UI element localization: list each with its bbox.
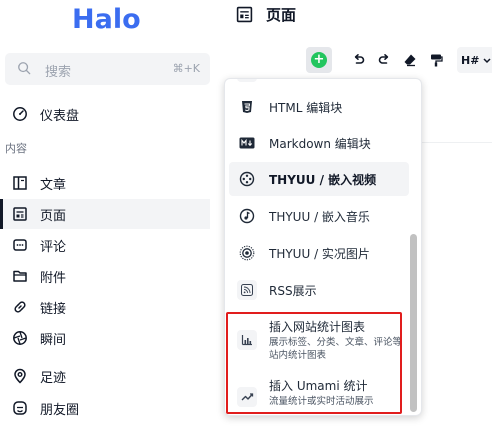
live-photo-icon [237,243,257,263]
sidebar-item-attachments[interactable]: 附件 [0,261,210,291]
app-logo[interactable]: Halo [72,4,141,35]
format-painter-button[interactable] [423,47,449,73]
sidebar-item-label: 朋友圈 [40,403,80,418]
sidebar-item-footprints[interactable]: 足迹 [0,361,210,391]
comment-icon [13,239,27,251]
article-icon [13,176,27,190]
clear-format-button[interactable] [397,47,423,73]
page-icon [13,207,27,221]
sidebar-item-label: 瞬间 [40,333,67,348]
search-bar[interactable]: 搜索 ⌘+K [5,53,210,85]
insert-block-button[interactable]: + [306,47,332,73]
editor-toolbar: + H# [300,43,492,77]
menu-item-label: RSS展示 [269,284,317,298]
sidebar-item-label: 链接 [40,302,67,317]
dashboard-icon [13,107,27,121]
search-shortcut: ⌘+K [172,62,200,75]
heading-label: H# [461,53,480,67]
menu-item-label: THYUU / 嵌入视频 [269,173,377,187]
page-icon [236,6,253,23]
sidebar-item-comments[interactable]: 评论 [0,230,210,260]
block-icon [237,79,257,82]
page-title: 页面 [266,6,297,24]
sidebar-item-label: 附件 [40,271,67,286]
moment-icon [13,331,27,345]
menu-item-live-photo[interactable]: THYUU / 实况图片 [229,236,409,270]
menu-item-hidden[interactable] [229,79,409,89]
markdown-icon [237,133,257,153]
menu-item-label: THYUU / 实况图片 [269,247,370,261]
menu-item-embed-music[interactable]: THYUU / 嵌入音乐 [229,199,409,233]
sidebar-item-links[interactable]: 链接 [0,292,210,322]
sidebar-item-label: 文章 [40,178,67,193]
menu-item-label: THYUU / 嵌入音乐 [269,210,370,224]
sidebar-item-pages[interactable]: 页面 [0,199,210,229]
format-painter-icon [431,54,443,67]
highlight-annotation-box [226,312,402,414]
section-label-content: 内容 [5,142,27,155]
sidebar-item-label: 页面 [40,209,67,224]
sidebar-item-moments[interactable]: 瞬间 [0,323,210,353]
sidebar-item-label: 仪表盘 [40,109,80,124]
eraser-icon [404,54,416,67]
video-icon [237,169,257,189]
sidebar-item-label: 评论 [40,240,67,255]
search-icon [18,62,31,75]
menu-item-embed-video[interactable]: THYUU / 嵌入视频 [229,162,409,196]
undo-icon [354,54,365,64]
menu-item-label: HTML 编辑块 [269,101,343,115]
menu-item-label: Markdown 编辑块 [269,137,371,151]
menu-item-html-block[interactable]: HTML 编辑块 [229,90,409,124]
heading-dropdown[interactable]: H# [457,47,492,73]
friends-icon [13,401,27,415]
menu-item-rss[interactable]: RSS展示 [229,273,409,307]
sidebar-item-friends[interactable]: 朋友圈 [0,393,210,423]
undo-button[interactable] [346,47,372,73]
music-icon [237,206,257,226]
search-placeholder: 搜索 [45,65,72,80]
menu-item-markdown-block[interactable]: Markdown 编辑块 [229,126,409,160]
plus-circle-icon: + [311,52,327,68]
folder-icon [13,270,27,282]
sidebar-item-dashboard[interactable]: 仪表盘 [0,99,210,129]
menu-scrollbar[interactable] [410,234,417,412]
html5-icon [237,97,257,117]
link-icon [14,301,26,313]
chevron-down-icon [483,58,491,64]
location-icon [14,368,26,384]
sidebar-item-articles[interactable]: 文章 [0,168,210,198]
sidebar: Halo 搜索 ⌘+K 仪表盘 内容 文章 页面 评论 附件 链接 瞬间 足迹 … [0,0,218,438]
sidebar-item-label: 足迹 [40,371,67,386]
redo-icon [378,54,389,64]
rss-icon [237,280,257,300]
redo-button[interactable] [371,47,397,73]
